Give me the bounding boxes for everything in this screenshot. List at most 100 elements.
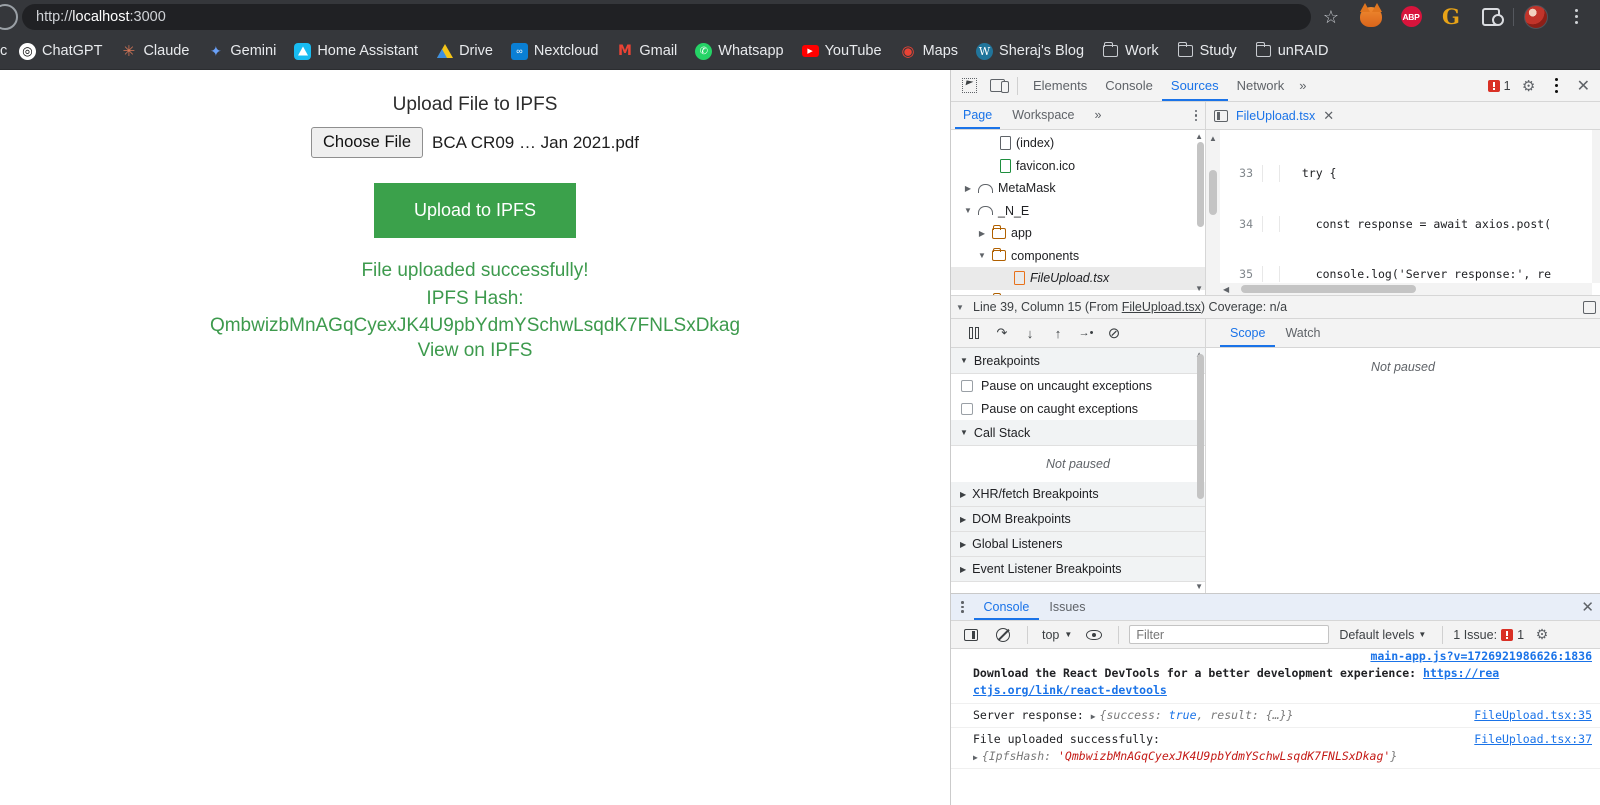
live-expression-icon[interactable] xyxy=(1080,621,1108,649)
section-breakpoints[interactable]: ▼ Breakpoints xyxy=(951,348,1205,374)
expand-triangle-icon[interactable]: ▶ xyxy=(1091,712,1096,721)
drawer-menu-icon[interactable] xyxy=(951,601,974,613)
chrome-menu-icon[interactable] xyxy=(1556,0,1596,33)
expand-triangle-icon[interactable]: ▶ xyxy=(973,753,978,762)
scrollbar-thumb[interactable] xyxy=(1241,285,1417,293)
upload-to-ipfs-button[interactable]: Upload to IPFS xyxy=(373,183,577,238)
drawer-tab-issues[interactable]: Issues xyxy=(1039,594,1095,620)
pause-resume-button[interactable] xyxy=(961,320,987,346)
bookmark-youtube[interactable]: ▶ YouTube xyxy=(793,37,891,65)
toggle-navigator-icon[interactable] xyxy=(1214,109,1228,122)
bookmark-clipped[interactable]: c xyxy=(0,43,10,59)
chevron-right-icon[interactable]: ▶ xyxy=(960,540,966,549)
editor-vertical-scrollbar[interactable]: ▲ xyxy=(1206,130,1220,295)
nav-more-chevron-icon[interactable]: » xyxy=(1087,102,1110,129)
chevron-right-icon[interactable]: ▶ xyxy=(960,515,966,524)
tab-console[interactable]: Console xyxy=(1096,70,1162,101)
tab-sources[interactable]: Sources xyxy=(1161,70,1228,101)
scroll-down-arrow-icon[interactable]: ▼ xyxy=(1195,284,1203,293)
bookmark-folder-unraid[interactable]: unRAID xyxy=(1246,37,1338,65)
section-event-listener-breakpoints[interactable]: ▶ Event Listener Breakpoints xyxy=(951,557,1205,582)
console-message-source-link[interactable]: FileUpload.tsx:37 xyxy=(1474,731,1592,748)
section-call-stack[interactable]: ▼ Call Stack xyxy=(951,420,1205,446)
checkbox[interactable] xyxy=(961,402,973,415)
deactivate-breakpoints-button[interactable]: ⊘ xyxy=(1101,320,1127,346)
bookmark-folder-study[interactable]: Study xyxy=(1168,37,1246,65)
step-button[interactable]: →• xyxy=(1073,320,1099,346)
console-message-upload-success[interactable]: FileUpload.tsx:37 File uploaded successf… xyxy=(951,728,1600,770)
address-bar[interactable]: http://localhost:3000 xyxy=(22,3,1311,30)
bookmark-chatgpt[interactable]: ◎ ChatGPT xyxy=(10,37,111,65)
console-sidebar-icon[interactable] xyxy=(957,621,985,649)
tree-item-app[interactable]: ▶ app xyxy=(951,222,1205,245)
console-filter-input[interactable] xyxy=(1129,625,1330,644)
chevron-down-icon[interactable]: ▼ xyxy=(960,428,968,437)
breakpoints-scrollbar[interactable] xyxy=(1197,354,1204,499)
close-icon[interactable]: ✕ xyxy=(1323,108,1334,124)
close-icon[interactable]: ✕ xyxy=(1581,598,1600,616)
step-out-button[interactable]: ↑ xyxy=(1045,320,1071,346)
console-message-server-response[interactable]: FileUpload.tsx:35 Server response: ▶ {suc… xyxy=(951,704,1600,728)
bookmark-nextcloud[interactable]: ∞ Nextcloud xyxy=(502,37,607,65)
chevron-right-icon[interactable]: ▶ xyxy=(960,490,966,499)
adblock-plus-extension-icon[interactable]: ABP xyxy=(1391,0,1431,33)
scroll-left-arrow-icon[interactable]: ◀ xyxy=(1223,285,1229,294)
inspect-element-icon[interactable] xyxy=(955,72,983,100)
console-message-react-devtools[interactable]: main-app.js?v=1726921986626:1836 Downloa… xyxy=(951,649,1600,704)
tree-item-styles[interactable]: ▶ styles xyxy=(951,290,1205,295)
tree-item-components[interactable]: ▼ components xyxy=(951,245,1205,268)
scroll-up-arrow-icon[interactable]: ▲ xyxy=(1195,132,1203,141)
editor-horizontal-scrollbar[interactable]: ◀ xyxy=(1220,283,1592,295)
error-count-badge[interactable]: 1 xyxy=(1487,79,1511,93)
checkbox[interactable] xyxy=(961,379,973,392)
bookmark-whatsapp[interactable]: ✆ Whatsapp xyxy=(686,37,792,65)
nav-tab-workspace[interactable]: Workspace xyxy=(1004,102,1082,129)
tree-item-favicon[interactable]: favicon.ico xyxy=(951,155,1205,178)
navigator-scrollbar[interactable] xyxy=(1197,142,1204,227)
issues-badge[interactable]: 1 Issue: 1 xyxy=(1453,628,1524,642)
chevron-down-icon[interactable]: ▼ xyxy=(977,251,987,260)
metamask-extension-icon[interactable] xyxy=(1351,0,1391,33)
clear-console-icon[interactable] xyxy=(989,621,1017,649)
chevron-down-icon[interactable]: ▼ xyxy=(963,206,973,215)
editor-tab-fileupload[interactable]: FileUpload.tsx ✕ xyxy=(1236,102,1340,129)
coverage-icon-area[interactable] xyxy=(1583,300,1600,314)
toggle-drawer-icon[interactable]: ▼ xyxy=(951,303,969,312)
scroll-up-arrow-icon[interactable]: ▲ xyxy=(1209,134,1217,143)
pause-caught-exceptions-row[interactable]: Pause on caught exceptions xyxy=(951,397,1205,420)
section-dom-breakpoints[interactable]: ▶ DOM Breakpoints xyxy=(951,507,1205,532)
log-levels-selector[interactable]: Default levels ▼ xyxy=(1333,628,1432,642)
step-over-button[interactable]: ↷ xyxy=(989,320,1015,346)
tab-network[interactable]: Network xyxy=(1228,70,1294,101)
bookmark-maps[interactable]: ◉ Maps xyxy=(891,37,967,65)
section-global-listeners[interactable]: ▶ Global Listeners xyxy=(951,532,1205,557)
console-message-link-cont[interactable]: ctjs.org/link/react-devtools xyxy=(973,683,1167,697)
profile-avatar[interactable] xyxy=(1516,0,1556,33)
code-editor[interactable]: ▲ 33 try { 34 const response = await axi… xyxy=(1206,130,1600,295)
chevron-down-icon[interactable]: ▼ xyxy=(960,356,968,365)
view-on-ipfs-link[interactable]: View on IPFS xyxy=(418,340,533,361)
device-toolbar-icon[interactable] xyxy=(983,72,1011,100)
site-info-icon[interactable] xyxy=(0,3,18,30)
bookmark-home-assistant[interactable]: Home Assistant xyxy=(285,37,427,65)
navigator-menu-icon[interactable] xyxy=(1187,109,1206,122)
bookmark-folder-work[interactable]: Work xyxy=(1093,37,1168,65)
bookmark-gmail[interactable]: M Gmail xyxy=(607,37,686,65)
bookmark-gemini[interactable]: ✦ Gemini xyxy=(198,37,285,65)
tree-item-metamask[interactable]: ▶ MetaMask xyxy=(951,177,1205,200)
extensions-puzzle-icon[interactable] xyxy=(1471,0,1511,33)
scrollbar-thumb[interactable] xyxy=(1209,170,1217,215)
grammarly-extension-icon[interactable]: G xyxy=(1431,0,1471,33)
console-context-selector[interactable]: top ▼ xyxy=(1038,628,1076,642)
close-icon[interactable]: ✕ xyxy=(1571,76,1596,96)
status-file-link[interactable]: FileUpload.tsx xyxy=(1122,300,1201,314)
console-message-source-link[interactable]: main-app.js?v=1726921986626:1836 xyxy=(1370,649,1592,665)
star-icon[interactable]: ☆ xyxy=(1311,0,1351,33)
tree-item-fileupload[interactable]: FileUpload.tsx xyxy=(951,267,1205,290)
tab-scope[interactable]: Scope xyxy=(1220,319,1276,347)
bookmark-sheraj-blog[interactable]: W Sheraj's Blog xyxy=(967,37,1093,65)
gear-icon[interactable]: ⚙ xyxy=(1528,621,1556,649)
bookmark-claude[interactable]: ✳ Claude xyxy=(111,37,198,65)
drawer-tab-console[interactable]: Console xyxy=(973,594,1040,620)
scroll-down-arrow-icon[interactable]: ▼ xyxy=(1195,582,1203,591)
